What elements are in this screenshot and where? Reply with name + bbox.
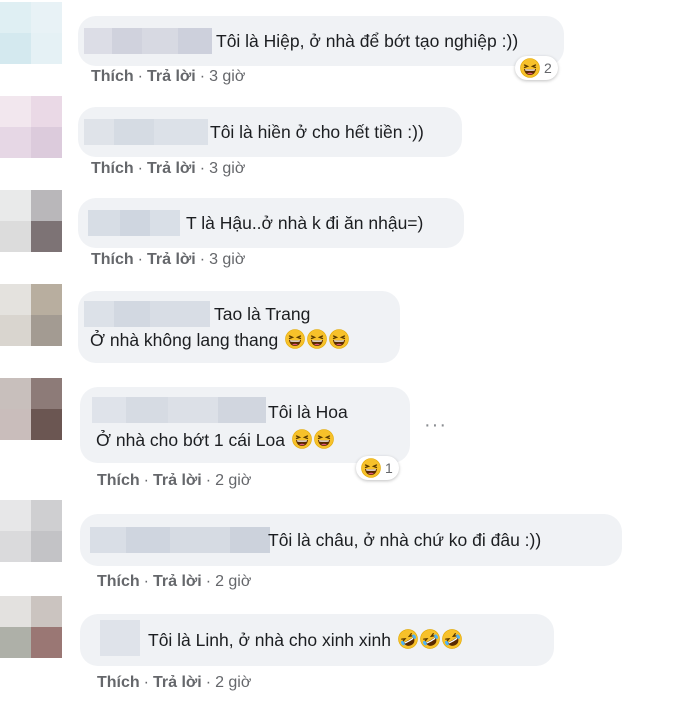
- laugh-emoji-icon: [314, 429, 334, 449]
- comment-text-line1: Tôi là Hoa: [268, 402, 348, 422]
- comment-bubble: Tôi là Hoa Ở nhà cho bớt 1 cái Loa: [80, 387, 410, 463]
- reply-link[interactable]: Trả lời: [153, 573, 202, 590]
- reaction-badge[interactable]: 1: [356, 456, 399, 480]
- comment-actions: Thích · Trả lời · 2 giờ: [97, 674, 252, 691]
- rofl-emoji-icon: [420, 629, 440, 649]
- comment-actions: Thích · Trả lời · 2 giờ: [97, 573, 252, 590]
- laugh-emoji-icon: [329, 329, 349, 349]
- comment-time[interactable]: 2 giờ: [215, 674, 251, 691]
- reply-link[interactable]: Trả lời: [153, 674, 202, 691]
- like-link[interactable]: Thích: [91, 68, 134, 85]
- comment-actions: Thích · Trả lời · 3 giờ: [91, 160, 246, 177]
- blurred-author-name[interactable]: [88, 210, 180, 236]
- avatar[interactable]: [0, 500, 62, 562]
- comment-text: Tôi là Hiệp, ở nhà để bớt tạo nghiệp :)): [216, 31, 519, 51]
- comment-text: T là Hậu..ở nhà k đi ăn nhậu=): [186, 213, 424, 233]
- blurred-author-name[interactable]: [92, 397, 266, 423]
- avatar[interactable]: [0, 2, 62, 64]
- comment-text-row: Tôi là Linh, ở nhà cho xinh xinh: [148, 627, 462, 653]
- comment-time[interactable]: 3 giờ: [209, 251, 245, 268]
- avatar[interactable]: [0, 284, 62, 346]
- blurred-author-name[interactable]: [84, 28, 212, 54]
- avatar[interactable]: [0, 596, 62, 658]
- comment-text: Tôi là châu, ở nhà chứ ko đi đâu :)): [268, 530, 542, 550]
- laugh-emoji-icon: [285, 329, 305, 349]
- laugh-emoji-icon: [307, 329, 327, 349]
- comment-time[interactable]: 2 giờ: [215, 472, 251, 489]
- reaction-count: 1: [385, 460, 393, 476]
- blurred-author-name[interactable]: [84, 119, 208, 145]
- comment-text: Ở nhà không lang thang: [90, 330, 279, 350]
- comment-bubble: Tao là Trang Ở nhà không lang thang: [78, 291, 400, 363]
- rofl-emoji-icon: [398, 629, 418, 649]
- reply-link[interactable]: Trả lời: [147, 68, 196, 85]
- comment-time[interactable]: 3 giờ: [209, 68, 245, 85]
- like-link[interactable]: Thích: [97, 573, 140, 590]
- reply-link[interactable]: Trả lời: [147, 160, 196, 177]
- blurred-author-name[interactable]: [100, 620, 140, 656]
- comment-bubble: Tôi là Hiệp, ở nhà để bớt tạo nghiệp :)): [78, 16, 564, 66]
- reaction-count: 2: [544, 60, 552, 76]
- rofl-emoji-icon: [442, 629, 462, 649]
- comment-actions: Thích · Trả lời · 3 giờ: [91, 68, 246, 85]
- comment-text: Tôi là hiền ở cho hết tiền :)): [210, 122, 424, 142]
- like-link[interactable]: Thích: [97, 674, 140, 691]
- laugh-emoji-icon: [292, 429, 312, 449]
- comment-text-line2: Ở nhà không lang thang: [90, 327, 349, 353]
- laugh-reaction-icon: [520, 58, 540, 78]
- like-link[interactable]: Thích: [91, 251, 134, 268]
- comment-bubble: Tôi là châu, ở nhà chứ ko đi đâu :)): [80, 514, 622, 566]
- comment-actions: Thích · Trả lời · 2 giờ: [97, 472, 252, 489]
- reply-link[interactable]: Trả lời: [147, 251, 196, 268]
- reaction-badge[interactable]: 2: [515, 56, 558, 80]
- like-link[interactable]: Thích: [97, 472, 140, 489]
- comment-bubble: Tôi là Linh, ở nhà cho xinh xinh: [80, 614, 554, 666]
- more-options-icon[interactable]: ···: [424, 414, 447, 437]
- blurred-author-name[interactable]: [90, 527, 270, 553]
- comment-text: Tôi là Linh, ở nhà cho xinh xinh: [148, 630, 392, 650]
- comment-text-line2: Ở nhà cho bớt 1 cái Loa: [96, 427, 334, 453]
- comment-actions: Thích · Trả lời · 3 giờ: [91, 251, 246, 268]
- avatar[interactable]: [0, 378, 62, 440]
- laugh-reaction-icon: [361, 458, 381, 478]
- comment-time[interactable]: 3 giờ: [209, 160, 245, 177]
- blurred-author-name[interactable]: [84, 301, 210, 327]
- reply-link[interactable]: Trả lời: [153, 472, 202, 489]
- comment-time[interactable]: 2 giờ: [215, 573, 251, 590]
- avatar[interactable]: [0, 96, 62, 158]
- comment-bubble: T là Hậu..ở nhà k đi ăn nhậu=): [78, 198, 464, 248]
- like-link[interactable]: Thích: [91, 160, 134, 177]
- comment-text-line1: Tao là Trang: [214, 304, 311, 324]
- comment-text: Ở nhà cho bớt 1 cái Loa: [96, 430, 285, 450]
- avatar[interactable]: [0, 190, 62, 252]
- comment-bubble: Tôi là hiền ở cho hết tiền :)): [78, 107, 462, 157]
